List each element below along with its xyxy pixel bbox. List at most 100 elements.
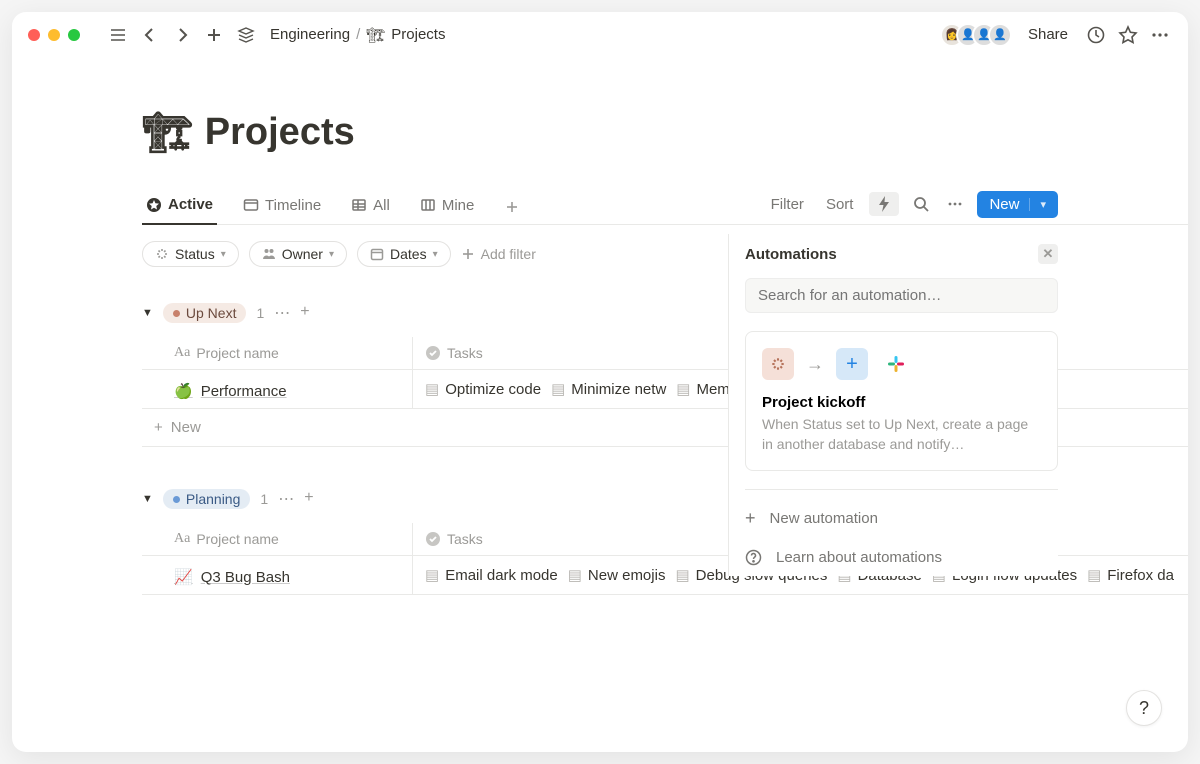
stack-icon[interactable] bbox=[234, 23, 258, 47]
help-icon bbox=[745, 549, 762, 566]
col-project-name[interactable]: AaProject name bbox=[142, 337, 412, 369]
page-icon: ▤ bbox=[425, 566, 439, 584]
new-page-icon[interactable] bbox=[202, 23, 226, 47]
task-label: New emojis bbox=[588, 567, 666, 584]
group-more-icon[interactable]: ⋯ bbox=[274, 303, 290, 323]
task-label: Email dark mode bbox=[445, 567, 558, 584]
filter-button[interactable]: Filter bbox=[765, 192, 810, 217]
project-icon: 📈 bbox=[174, 568, 193, 586]
chevron-down-icon: ▾ bbox=[433, 249, 438, 260]
close-window-icon[interactable] bbox=[28, 29, 40, 41]
new-automation-button[interactable]: + New automation bbox=[745, 489, 1058, 539]
more-icon[interactable] bbox=[1148, 23, 1172, 47]
sort-button[interactable]: Sort bbox=[820, 192, 860, 217]
project-name[interactable]: 📈 Q3 Bug Bash bbox=[174, 568, 290, 586]
filter-owner[interactable]: Owner ▾ bbox=[249, 241, 347, 267]
page-icon: ▤ bbox=[1087, 566, 1101, 584]
card-icons: → + bbox=[762, 348, 1041, 380]
col-project-name[interactable]: AaProject name bbox=[142, 523, 412, 555]
page-icon: ▤ bbox=[568, 566, 582, 584]
collapse-icon[interactable]: ▼ bbox=[142, 307, 153, 319]
slack-icon bbox=[880, 348, 912, 380]
add-view-icon[interactable] bbox=[500, 195, 524, 219]
panel-row-label: Learn about automations bbox=[776, 549, 942, 566]
project-icon: 🍏 bbox=[174, 382, 193, 400]
share-button[interactable]: Share bbox=[1020, 22, 1076, 47]
group-tag[interactable]: Up Next bbox=[163, 303, 247, 323]
page-icon[interactable]: 🏗 bbox=[142, 109, 193, 156]
add-action-icon: + bbox=[836, 348, 868, 380]
close-icon[interactable]: ✕ bbox=[1038, 244, 1058, 264]
automations-icon[interactable] bbox=[869, 192, 899, 216]
page-title: 🏗 Projects bbox=[142, 109, 1188, 156]
breadcrumb-parent[interactable]: Engineering bbox=[270, 26, 350, 43]
search-icon[interactable] bbox=[909, 192, 933, 216]
tab-mine[interactable]: Mine bbox=[416, 191, 479, 224]
breadcrumb-current[interactable]: Projects bbox=[391, 26, 445, 43]
tab-all[interactable]: All bbox=[347, 191, 394, 224]
filter-label: Status bbox=[175, 246, 215, 262]
tab-label: Timeline bbox=[265, 197, 321, 214]
automation-search-input[interactable] bbox=[745, 278, 1058, 313]
bullet-icon bbox=[173, 310, 180, 317]
filter-dates[interactable]: Dates ▾ bbox=[357, 241, 451, 267]
chevron-down-icon: ▾ bbox=[329, 249, 334, 260]
page-icon: ▤ bbox=[425, 380, 439, 398]
group-label: Up Next bbox=[186, 305, 237, 321]
arrow-right-icon: → bbox=[806, 354, 824, 375]
group-more-icon[interactable]: ⋯ bbox=[278, 489, 294, 509]
group-add-icon[interactable]: + bbox=[304, 489, 313, 509]
panel-title: Automations bbox=[745, 246, 837, 263]
plus-icon: + bbox=[745, 508, 756, 529]
page-icon: ▤ bbox=[675, 566, 689, 584]
filter-label: Owner bbox=[282, 246, 323, 262]
task-label: Firefox da bbox=[1107, 567, 1174, 584]
new-button[interactable]: New ▾ bbox=[977, 191, 1058, 218]
add-filter-button[interactable]: Add filter bbox=[461, 246, 536, 262]
automation-description: When Status set to Up Next, create a pag… bbox=[762, 415, 1041, 454]
task-label: Optimize code bbox=[445, 381, 541, 398]
top-bar: Engineering / 🏗 Projects 👩 👤 👤 👤 Share bbox=[12, 12, 1188, 57]
collapse-icon[interactable]: ▼ bbox=[142, 493, 153, 505]
tab-timeline[interactable]: Timeline bbox=[239, 191, 325, 224]
filter-status[interactable]: Status ▾ bbox=[142, 241, 239, 267]
star-icon[interactable] bbox=[1116, 23, 1140, 47]
tab-label: Active bbox=[168, 196, 213, 213]
group-tag[interactable]: Planning bbox=[163, 489, 251, 509]
back-icon[interactable] bbox=[138, 23, 162, 47]
learn-automations-button[interactable]: Learn about automations bbox=[745, 539, 1058, 576]
add-filter-label: Add filter bbox=[481, 246, 536, 262]
task-label: Minimize netw bbox=[571, 381, 666, 398]
page-title-text[interactable]: Projects bbox=[205, 111, 355, 154]
breadcrumb-icon: 🏗 bbox=[366, 26, 385, 44]
automation-card[interactable]: → + Project kickoff When Status set to U… bbox=[745, 331, 1058, 471]
menu-icon[interactable] bbox=[106, 23, 130, 47]
minimize-window-icon[interactable] bbox=[48, 29, 60, 41]
help-fab[interactable]: ? bbox=[1126, 690, 1162, 726]
status-icon bbox=[762, 348, 794, 380]
automations-panel: Automations ✕ → + Project kickoff When S… bbox=[728, 234, 1058, 576]
breadcrumb-separator: / bbox=[356, 26, 360, 43]
view-tabs: Active Timeline All Mine Filter Sort bbox=[142, 190, 1188, 225]
new-button-label: New bbox=[989, 196, 1019, 213]
app-window: Engineering / 🏗 Projects 👩 👤 👤 👤 Share 🏗… bbox=[12, 12, 1188, 752]
avatar[interactable]: 👤 bbox=[988, 23, 1012, 47]
panel-row-label: New automation bbox=[770, 510, 878, 527]
project-name[interactable]: 🍏 Performance bbox=[174, 382, 287, 400]
filter-label: Dates bbox=[390, 246, 427, 262]
tab-active[interactable]: Active bbox=[142, 190, 217, 225]
chevron-down-icon[interactable]: ▾ bbox=[1029, 198, 1046, 211]
collaborator-avatars[interactable]: 👩 👤 👤 👤 bbox=[948, 23, 1012, 47]
automation-title: Project kickoff bbox=[762, 394, 1041, 411]
page-icon: ▤ bbox=[551, 380, 565, 398]
view-more-icon[interactable] bbox=[943, 192, 967, 216]
tab-label: All bbox=[373, 197, 390, 214]
forward-icon[interactable] bbox=[170, 23, 194, 47]
chevron-down-icon: ▾ bbox=[221, 249, 226, 260]
new-row-label: New bbox=[171, 419, 201, 436]
group-label: Planning bbox=[186, 491, 241, 507]
clock-icon[interactable] bbox=[1084, 23, 1108, 47]
group-count: 1 bbox=[256, 305, 264, 321]
maximize-window-icon[interactable] bbox=[68, 29, 80, 41]
group-add-icon[interactable]: + bbox=[300, 303, 309, 323]
